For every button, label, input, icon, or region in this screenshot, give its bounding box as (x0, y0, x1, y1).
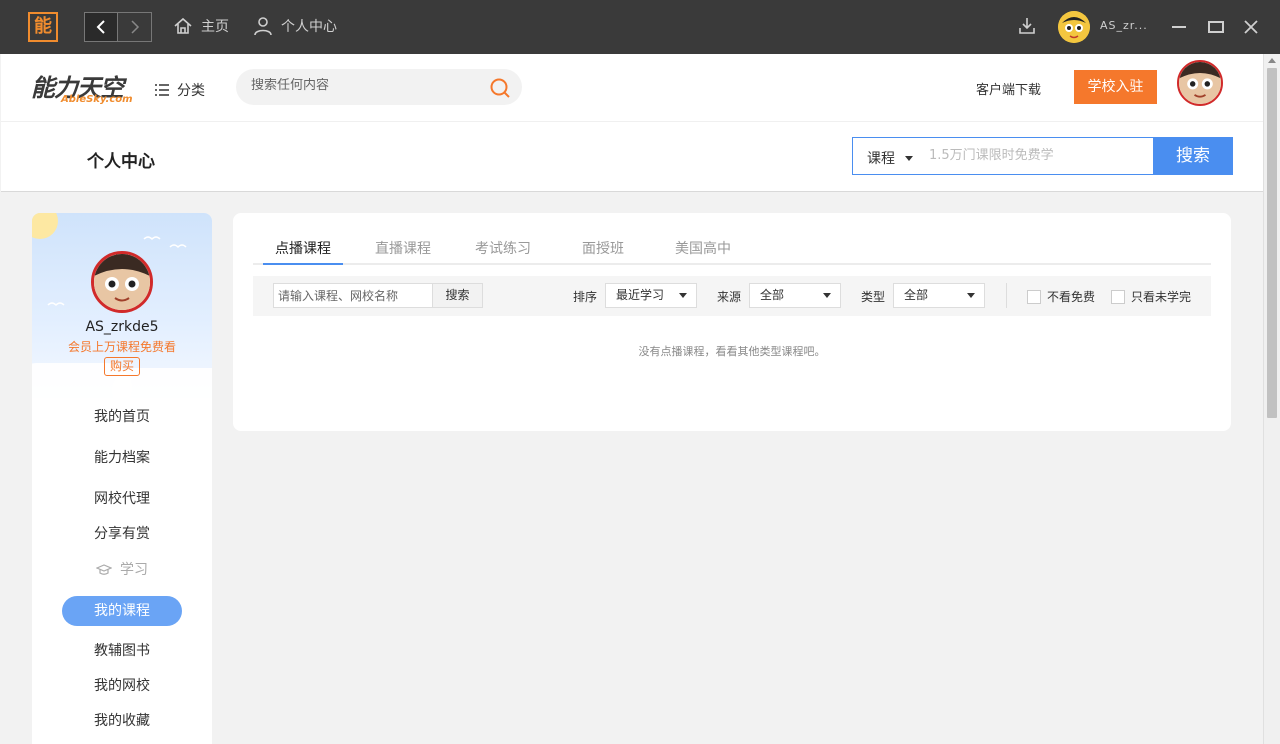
maximize-button[interactable] (1203, 14, 1229, 40)
forward-button[interactable] (118, 13, 151, 41)
type-select[interactable]: 全部 (893, 283, 985, 308)
caret-down-icon (905, 155, 913, 161)
course-filter-input[interactable] (273, 283, 433, 308)
home-label: 主页 (201, 19, 229, 35)
no-free-label: 不看免费 (1047, 290, 1096, 304)
unfinished-only-label: 只看未学完 (1131, 290, 1192, 304)
client-download-link[interactable]: 客户端下载 (976, 79, 1041, 98)
tab-live-courses[interactable]: 直播课程 (375, 238, 431, 265)
type-value: 全部 (904, 288, 929, 302)
personal-center-link[interactable]: 个人中心 (253, 16, 337, 36)
site-search (236, 69, 522, 105)
tab-us-high-school[interactable]: 美国高中 (675, 238, 731, 265)
sidebar-item-my-favorites[interactable]: 我的收藏 (32, 706, 212, 736)
sun-decoration-icon (32, 213, 58, 239)
scroll-up-arrow-icon[interactable] (1268, 58, 1276, 63)
site-header: 能力天空 AbleSky.com 分类 客户端下载 学校入驻 (1, 54, 1263, 122)
sidebar-item-my-schools[interactable]: 我的网校 (32, 671, 212, 701)
category-label: 分类 (177, 83, 205, 99)
list-icon (155, 84, 169, 96)
brand-logo[interactable]: 能力天空 AbleSky.com (31, 68, 133, 108)
caret-down-icon (679, 293, 687, 298)
user-avatar-icon (1179, 62, 1221, 104)
sidebar-section-label: 学习 (120, 562, 148, 578)
courses-panel: 点播课程 直播课程 考试练习 面授班 美国高中 搜索 排序 最近学习 来源 全部… (233, 213, 1231, 431)
profile-avatar[interactable] (91, 251, 153, 313)
caret-down-icon (823, 293, 831, 298)
source-label: 来源 (717, 290, 742, 304)
titlebar-username[interactable]: AS_zr... (1100, 19, 1148, 32)
sidebar-item-my-home[interactable]: 我的首页 (32, 402, 212, 432)
checkbox-box[interactable] (1027, 289, 1041, 304)
avatar-face-icon (1058, 11, 1090, 43)
course-search-button[interactable]: 搜索 (1153, 137, 1233, 175)
close-icon (1244, 20, 1258, 34)
home-link[interactable]: 主页 (173, 16, 229, 36)
navigation-buttons (84, 12, 152, 42)
unfinished-only-checkbox[interactable]: 只看未学完 (1111, 288, 1191, 305)
site-search-input[interactable] (251, 78, 471, 93)
brand-name-en: AbleSky.com (61, 94, 133, 105)
school-join-button[interactable]: 学校入驻 (1074, 70, 1157, 104)
search-type-value: 课程 (867, 151, 895, 167)
title-bar: 能 主页 个人中心 AS_zr... (0, 0, 1280, 54)
sidebar-item-school-agent[interactable]: 网校代理 (32, 484, 212, 514)
course-tabs: 点播课程 直播课程 考试练习 面授班 美国高中 (253, 228, 1211, 265)
search-type-select[interactable]: 课程 (867, 148, 913, 168)
filter-bar: 搜索 排序 最近学习 来源 全部 类型 全部 不看免费 只看未学完 (253, 276, 1211, 316)
scroll-thumb[interactable] (1267, 68, 1277, 418)
bird-left-decoration-icon (47, 302, 65, 307)
sidebar-section-study: 学习 (32, 555, 212, 585)
home-icon (174, 17, 192, 34)
minimize-button[interactable] (1166, 14, 1192, 40)
minimize-icon (1172, 26, 1186, 28)
profile-card: AS_zrkde5 会员上万课程免费看 购买 (32, 213, 212, 413)
search-icon[interactable] (489, 77, 511, 99)
checkbox-box[interactable] (1111, 289, 1125, 304)
source-select[interactable]: 全部 (749, 283, 841, 308)
page-title-band: 个人中心 课程 搜索 (1, 122, 1263, 192)
sort-select[interactable]: 最近学习 (605, 283, 697, 308)
tab-in-person-class[interactable]: 面授班 (582, 238, 624, 265)
course-search-input[interactable] (929, 148, 1139, 163)
graduation-cap-icon (96, 564, 112, 575)
sort-value: 最近学习 (616, 288, 665, 302)
tab-vod-courses[interactable]: 点播课程 (263, 238, 343, 265)
birds-decoration-icon (143, 236, 187, 249)
membership-promo[interactable]: 会员上万课程免费看 (32, 338, 212, 355)
sidebar: AS_zrkde5 会员上万课程免费看 购买 我的首页 能力档案 网校代理 分享… (32, 213, 212, 744)
chevron-right-icon (130, 20, 139, 34)
profile-username: AS_zrkde5 (85, 319, 159, 335)
sidebar-item-tutoring-books[interactable]: 教辅图书 (32, 636, 212, 666)
close-button[interactable] (1238, 14, 1264, 40)
download-icon[interactable] (1017, 16, 1037, 36)
back-button[interactable] (85, 13, 119, 41)
category-menu[interactable]: 分类 (155, 80, 205, 100)
sidebar-item-share-reward[interactable]: 分享有赏 (32, 519, 212, 549)
user-avatar-icon (94, 254, 150, 310)
buy-button[interactable]: 购买 (104, 357, 140, 376)
course-search: 课程 搜索 (852, 137, 1233, 175)
caret-down-icon (967, 293, 975, 298)
filter-search-button[interactable]: 搜索 (432, 283, 483, 308)
chevron-left-icon (96, 20, 105, 34)
titlebar-avatar[interactable] (1058, 11, 1090, 43)
type-label: 类型 (861, 290, 886, 304)
header-avatar[interactable] (1177, 60, 1223, 106)
source-value: 全部 (760, 288, 785, 302)
no-free-checkbox[interactable]: 不看免费 (1027, 288, 1095, 305)
tab-exam-practice[interactable]: 考试练习 (475, 238, 531, 265)
maximize-icon (1208, 21, 1224, 33)
page-title: 个人中心 (87, 152, 155, 172)
app-logo-icon: 能 (28, 12, 58, 42)
user-icon (254, 17, 272, 36)
personal-center-label: 个人中心 (281, 19, 337, 35)
sidebar-item-ability-profile[interactable]: 能力档案 (32, 443, 212, 473)
page-scrollbar[interactable] (1263, 54, 1280, 744)
empty-state-message: 没有点播课程，看看其他类型课程吧。 (638, 345, 826, 358)
filter-divider (1006, 283, 1007, 308)
sort-label: 排序 (573, 290, 598, 304)
sidebar-item-my-courses[interactable]: 我的课程 (62, 596, 182, 626)
